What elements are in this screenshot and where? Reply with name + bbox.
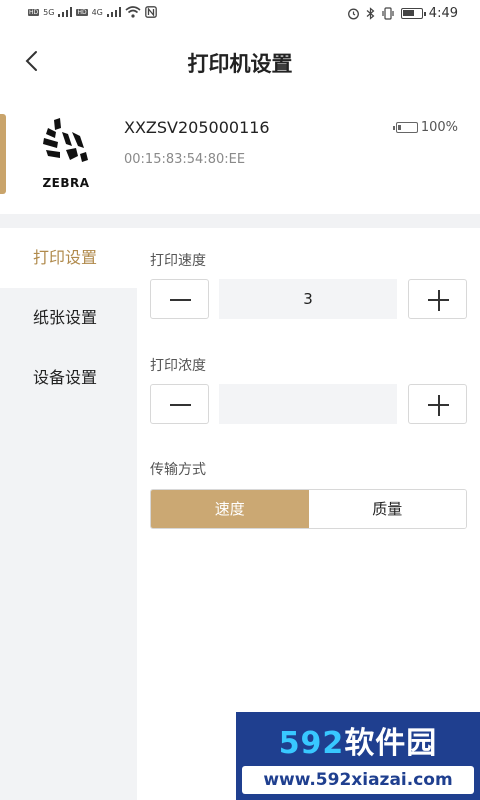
status-left: HD 5G HD 4G: [28, 6, 157, 18]
settings-sidebar: 打印设置 纸张设置 设备设置: [0, 228, 137, 800]
status-battery-icon: [400, 8, 426, 19]
signal-icon: [58, 7, 73, 17]
sim2-badge: HD: [76, 8, 88, 16]
sidebar-item-device-settings[interactable]: 设备设置: [0, 348, 137, 408]
watermark-url: www.592xiazai.com: [242, 766, 474, 794]
status-bar: HD 5G HD 4G 4:49: [0, 0, 480, 32]
site-watermark: 592软件园 www.592xiazai.com: [236, 712, 480, 800]
speed-label: 打印速度: [150, 253, 206, 269]
sidebar-item-label: 纸张设置: [33, 308, 98, 327]
transfer-option-quality[interactable]: 质量: [308, 490, 466, 528]
speed-increase-button[interactable]: [408, 279, 467, 319]
speed-decrease-button[interactable]: [150, 279, 209, 319]
device-battery-level: 100%: [420, 120, 458, 135]
wifi-icon: [125, 6, 141, 18]
transfer-mode-toggle: 速度 质量: [150, 489, 467, 529]
watermark-brand-text: 软件园: [344, 726, 438, 761]
printer-device-card[interactable]: ZEBRA XXZSV205000116 00:15:83:54:80:EE 1…: [0, 96, 480, 214]
sidebar-item-paper-settings[interactable]: 纸张设置: [0, 288, 137, 348]
status-right: 4:49: [347, 6, 458, 21]
zebra-logo-text: ZEBRA: [42, 176, 90, 190]
page-title: 打印机设置: [187, 52, 293, 76]
minus-icon: [170, 404, 191, 406]
vibrate-icon: [382, 7, 394, 20]
net2-label: 4G: [91, 7, 103, 17]
plus-icon-vertical: [437, 394, 440, 416]
sidebar-item-label: 打印设置: [33, 248, 98, 267]
density-value: [219, 384, 397, 424]
density-label: 打印浓度: [150, 358, 206, 374]
sidebar-item-label: 设备设置: [33, 368, 98, 387]
watermark-brand: 592软件园: [236, 718, 480, 762]
nfc-icon: [145, 6, 157, 18]
density-decrease-button[interactable]: [150, 384, 209, 424]
device-mac-address: 00:15:83:54:80:EE: [124, 152, 246, 167]
section-divider: [0, 214, 480, 228]
net1-label: 5G: [43, 7, 55, 17]
sidebar-item-print-settings[interactable]: 打印设置: [0, 228, 137, 288]
transfer-option-speed[interactable]: 速度: [151, 490, 309, 528]
battery-icon: [392, 122, 418, 133]
sim1-badge: HD: [28, 8, 40, 16]
speed-value: 3: [219, 279, 397, 319]
transfer-mode-label: 传输方式: [150, 462, 206, 478]
watermark-brand-number: 592: [278, 726, 345, 761]
bluetooth-icon: [366, 7, 375, 20]
zebra-logo: ZEBRA: [36, 114, 96, 194]
device-name: XXZSV205000116: [124, 118, 270, 137]
minus-icon: [170, 299, 191, 301]
device-battery: 100%: [392, 120, 458, 135]
selected-accent-bar: [0, 114, 6, 194]
density-increase-button[interactable]: [408, 384, 467, 424]
zebra-head-icon: [43, 118, 88, 162]
plus-icon-vertical: [437, 289, 440, 311]
status-time: 4:49: [428, 6, 458, 21]
alarm-icon: [347, 8, 359, 20]
header: 打印机设置: [0, 32, 480, 92]
signal-icon: [106, 7, 121, 17]
